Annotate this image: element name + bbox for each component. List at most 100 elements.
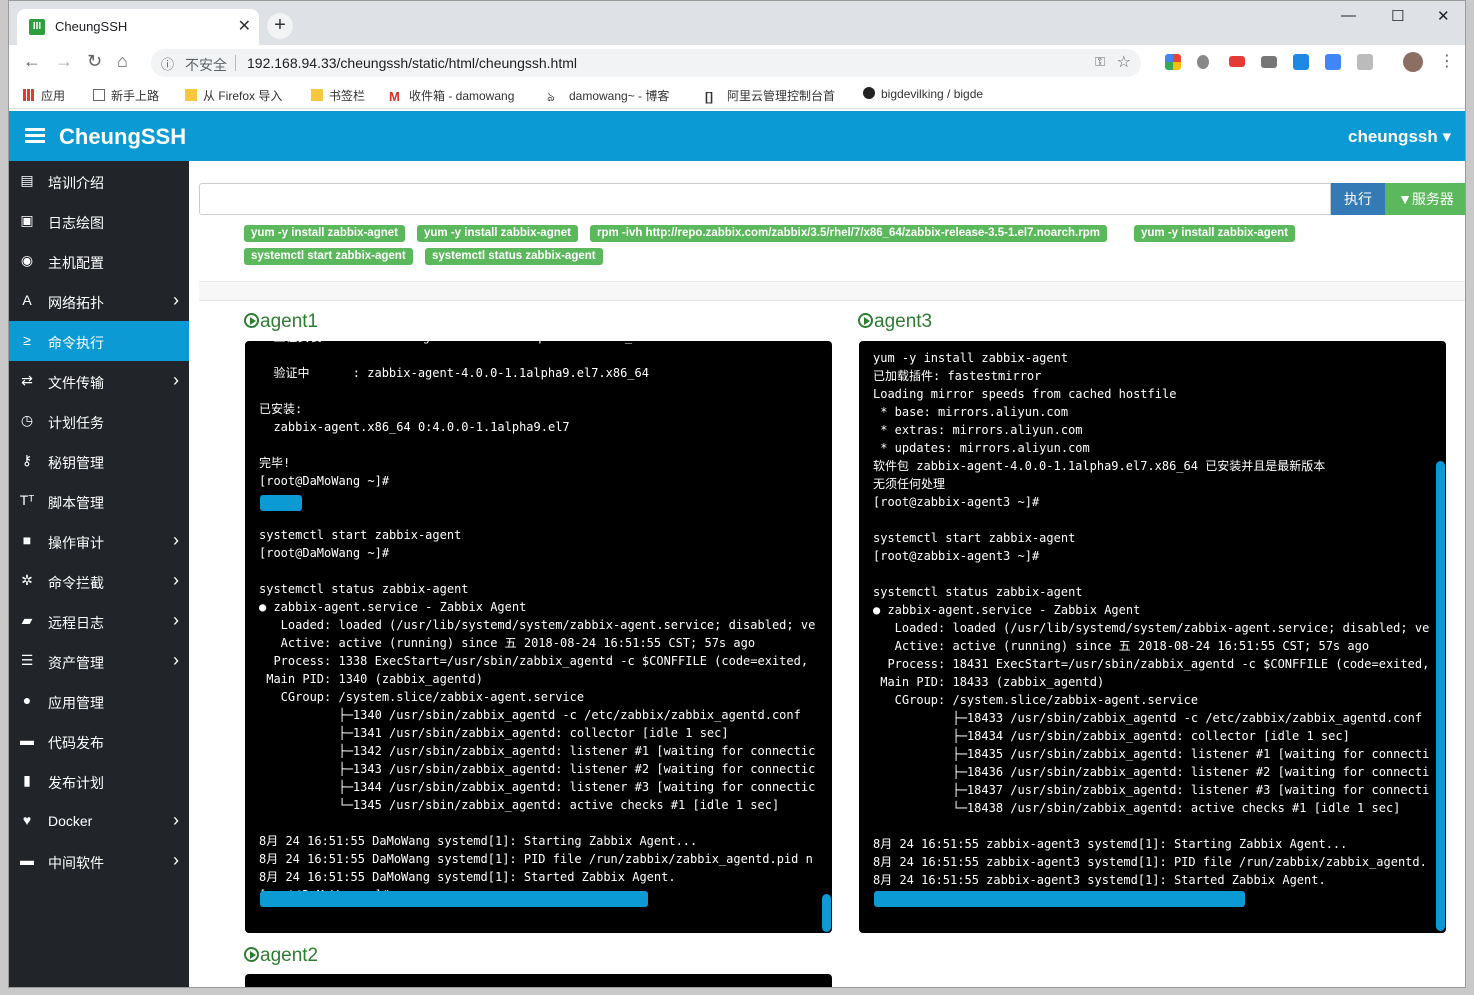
agent2-title[interactable]: agent2: [244, 945, 318, 967]
tab-strip: III CheungSSH ✕ + — ☐ ✕: [9, 1, 1465, 45]
bookmark-blog[interactable]: ঌ damowang~ - 博客: [547, 87, 669, 104]
bookmark-newbie[interactable]: 新手上路: [93, 87, 159, 104]
folder-icon: [185, 89, 197, 101]
sidebar-item[interactable]: ■ 操作审计 ›: [9, 521, 189, 561]
bookmark-firefox-import[interactable]: 从 Firefox 导入: [185, 87, 282, 104]
menu-kebab-icon[interactable]: ⋮: [1439, 51, 1455, 71]
sidebar-item[interactable]: ◉ 主机配置: [9, 241, 189, 281]
extension-translate-icon[interactable]: [1325, 54, 1341, 70]
sidebar-item[interactable]: ▬ 中间软件 ›: [9, 841, 189, 881]
sidebar-item[interactable]: ☰ 资产管理 ›: [9, 641, 189, 681]
terminal-icon: ≥: [23, 332, 31, 348]
bookmarks-bar: 应用 新手上路 从 Firefox 导入 书签栏 M 收件箱 - damowang…: [9, 81, 1465, 109]
history-chip[interactable]: yum -y install zabbix-agnet: [417, 225, 578, 242]
desktop-frame: III CheungSSH ✕ + — ☐ ✕ ← → ↻ ⌂ ⓘ 不安全 19…: [0, 0, 1474, 995]
browser-toolbar: ← → ↻ ⌂ ⓘ 不安全 192.168.94.33/cheungssh/st…: [9, 45, 1465, 81]
sidebar-item[interactable]: Tᵀ 脚本管理: [9, 481, 189, 521]
sidebar-item[interactable]: ▤ 培训介绍: [9, 161, 189, 201]
history-chip[interactable]: rpm -ivh http://repo.zabbix.com/zabbix/3…: [590, 225, 1107, 242]
home-icon[interactable]: ⌂: [117, 51, 128, 72]
new-tab-button[interactable]: +: [267, 13, 293, 39]
user-menu[interactable]: cheungssh ▾: [1348, 127, 1451, 147]
extension-bulb-icon[interactable]: [1197, 55, 1209, 69]
profile-avatar[interactable]: [1403, 52, 1423, 72]
sidebar-item[interactable]: ✲ 命令拦截 ›: [9, 561, 189, 601]
key-icon[interactable]: ⚿: [1095, 54, 1105, 70]
address-separator: [235, 55, 236, 71]
agent1-title[interactable]: agent1: [244, 311, 318, 333]
extension-color-icon[interactable]: [1165, 54, 1181, 70]
extension-home-icon[interactable]: [1357, 54, 1373, 70]
history-chip[interactable]: yum -y install zabbix-agnet: [244, 225, 405, 242]
execute-button[interactable]: 执行: [1331, 183, 1385, 215]
page-icon: [93, 89, 105, 101]
window-close-icon[interactable]: ✕: [1437, 7, 1450, 25]
chevron-right-icon[interactable]: ›: [173, 610, 179, 631]
browser-tab[interactable]: III CheungSSH ✕: [17, 9, 259, 45]
bookmark-bar-folder[interactable]: 书签栏: [311, 87, 365, 104]
sidebar-item[interactable]: ⚷ 秘钥管理: [9, 441, 189, 481]
url-text[interactable]: 192.168.94.33/cheungssh/static/html/cheu…: [247, 55, 577, 71]
sidebar-item[interactable]: ≥ 命令执行: [9, 321, 189, 361]
bookmark-github[interactable]: bigdevilking / bigde: [863, 87, 983, 101]
agent1-terminal[interactable]: 正在安装 : zabbix-agent-4.0.0-1.1alpha9.el7.…: [245, 341, 832, 933]
filter-icon: ▼: [1398, 191, 1412, 207]
sidebar-item[interactable]: A 网络拓扑 ›: [9, 281, 189, 321]
history-chip[interactable]: yum -y install zabbix-agent: [1134, 225, 1295, 242]
back-icon[interactable]: ←: [23, 51, 41, 72]
chevron-right-icon[interactable]: ›: [173, 570, 179, 591]
list-icon: ☰: [20, 652, 34, 668]
clock-icon: ◷: [20, 412, 34, 428]
chevron-right-icon[interactable]: ›: [173, 290, 179, 311]
chevron-right-icon[interactable]: ›: [173, 850, 179, 871]
close-tab-icon[interactable]: ✕: [238, 16, 251, 36]
bookmark-apps[interactable]: 应用: [23, 87, 65, 104]
sidebar-item[interactable]: ◷ 计划任务: [9, 401, 189, 441]
app-brand[interactable]: CheungSSH: [59, 124, 186, 150]
sidebar-item[interactable]: ♥ Docker ›: [9, 801, 189, 841]
agent3-title[interactable]: agent3: [858, 311, 932, 333]
agent1-input-bar[interactable]: [260, 891, 648, 907]
agent1-output: 正在安装 : zabbix-agent-4.0.0-1.1alpha9.el7.…: [259, 341, 816, 902]
menu-toggle-icon[interactable]: [25, 128, 45, 144]
agent3-input-bar[interactable]: [874, 891, 1245, 907]
history-chip[interactable]: systemctl start zabbix-agent: [244, 248, 413, 265]
reload-icon[interactable]: ↻: [87, 51, 102, 72]
transfer-icon: ⇄: [21, 372, 33, 388]
address-bar[interactable]: ⓘ 不安全 192.168.94.33/cheungssh/static/htm…: [151, 49, 1141, 77]
agent2-terminal[interactable]: [245, 974, 832, 987]
chevron-right-icon[interactable]: ›: [173, 530, 179, 551]
sidebar-item-label: 应用管理: [48, 695, 104, 711]
forward-icon[interactable]: →: [55, 51, 73, 72]
sidebar-item-label: 秘钥管理: [48, 455, 104, 471]
server-filter-button[interactable]: ▼服务器: [1385, 183, 1465, 215]
extension-mail-icon[interactable]: [1261, 56, 1277, 68]
sidebar-item[interactable]: ⇄ 文件传输 ›: [9, 361, 189, 401]
gmail-icon: M: [389, 89, 400, 104]
sidebar-item[interactable]: ▰ 远程日志 ›: [9, 601, 189, 641]
extension-blue-icon[interactable]: [1293, 54, 1309, 70]
minimize-icon[interactable]: —: [1341, 7, 1356, 24]
bookmark-inbox[interactable]: M 收件箱 - damowang: [389, 87, 514, 104]
chevron-right-icon[interactable]: ›: [173, 810, 179, 831]
github-icon: [863, 87, 875, 99]
extension-youtube-icon[interactable]: [1229, 56, 1245, 67]
sidebar-item-label: 命令拦截: [48, 575, 104, 591]
agent1-scrollbar[interactable]: [822, 894, 831, 932]
bookmark-aliyun[interactable]: [] 阿里云管理控制台首: [705, 87, 835, 104]
agent3-terminal[interactable]: yum -y install zabbix-agent 已加载插件: faste…: [859, 341, 1446, 933]
bookmark-star-icon[interactable]: ☆: [1117, 52, 1131, 72]
info-icon[interactable]: ⓘ: [161, 54, 174, 73]
sidebar-item[interactable]: ▬ 代码发布: [9, 721, 189, 761]
maximize-icon[interactable]: ☐: [1391, 7, 1404, 25]
chevron-right-icon[interactable]: ›: [173, 370, 179, 391]
chevron-right-icon[interactable]: ›: [173, 650, 179, 671]
command-input[interactable]: [199, 183, 1331, 215]
sidebar-item[interactable]: ▮ 发布计划: [9, 761, 189, 801]
briefcase-icon: ▬: [20, 732, 34, 748]
sidebar-item[interactable]: ▣ 日志绘图: [9, 201, 189, 241]
agent3-output: yum -y install zabbix-agent 已加载插件: faste…: [873, 351, 1430, 905]
history-chip[interactable]: systemctl status zabbix-agent: [425, 248, 603, 265]
sidebar-item[interactable]: ● 应用管理: [9, 681, 189, 721]
agent3-scrollbar[interactable]: [1436, 461, 1445, 931]
